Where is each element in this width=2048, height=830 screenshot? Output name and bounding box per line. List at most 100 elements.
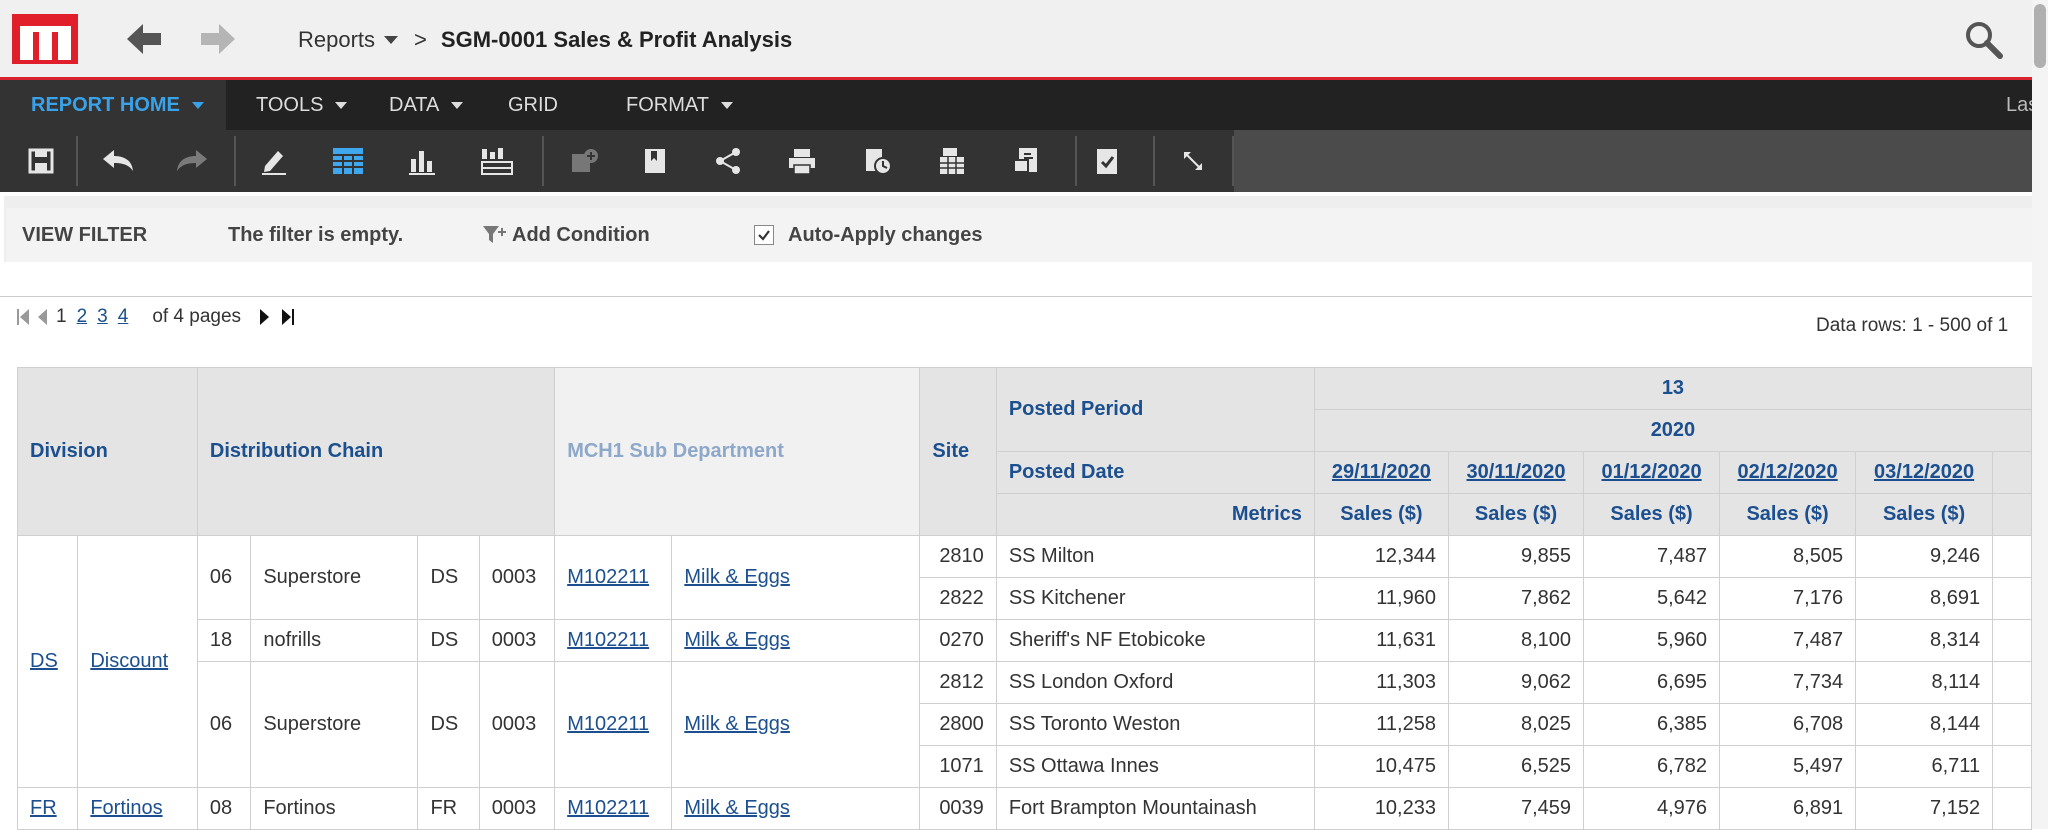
sales-value: 8,025 — [1447, 703, 1585, 746]
fullscreen-icon[interactable] — [1172, 140, 1214, 182]
header-date-1[interactable]: 29/11/2020 — [1313, 451, 1449, 494]
share-icon[interactable] — [707, 140, 749, 182]
auto-apply-label: Auto-Apply changes — [788, 223, 983, 246]
toolbar-separator — [1075, 136, 1077, 186]
header-date-3[interactable]: 01/12/2020 — [1583, 451, 1721, 494]
add-dataset-icon[interactable] — [564, 140, 606, 182]
add-condition-label: Add Condition — [512, 223, 650, 246]
sales-value-overflow — [1992, 703, 2032, 746]
header-year-value: 2020 — [1313, 409, 2032, 452]
page-4-link[interactable]: 4 — [118, 306, 129, 328]
page-scrollbar[interactable] — [2032, 0, 2048, 829]
site-name: SS Toronto Weston — [995, 703, 1315, 746]
filter-empty-text: The filter is empty. — [228, 223, 404, 246]
menu-report-home[interactable]: REPORT HOME — [0, 80, 226, 130]
auto-apply-checkbox[interactable]: Auto-Apply changes — [754, 224, 982, 247]
mch-dept-link[interactable]: Milk & Eggs — [671, 535, 921, 620]
grid-graph-icon[interactable] — [476, 140, 518, 182]
header-metric-sales[interactable]: Sales ($) — [1719, 493, 1857, 536]
checkmark-icon — [758, 230, 770, 241]
sales-value-overflow — [1992, 577, 2032, 620]
chevron-down-icon — [720, 101, 733, 109]
menu-report-home-label: REPORT HOME — [31, 93, 180, 116]
breadcrumb: Reports > SGM-0001 Sales & Profit Analys… — [298, 24, 792, 56]
sales-value: 5,497 — [1719, 745, 1857, 788]
graph-view-icon[interactable] — [401, 140, 443, 182]
header-date-4[interactable]: 02/12/2020 — [1719, 451, 1857, 494]
breadcrumb-reports[interactable]: Reports — [298, 27, 399, 53]
sales-value: 7,487 — [1719, 619, 1857, 662]
header-posted-period[interactable]: Posted Period — [995, 367, 1315, 452]
mch-dept-link[interactable]: Milk & Eggs — [671, 661, 921, 788]
app-logo[interactable] — [12, 14, 78, 64]
previous-page-icon[interactable] — [36, 306, 48, 328]
mch-code-link[interactable]: M102211 — [554, 619, 673, 662]
forward-icon[interactable] — [197, 18, 239, 60]
site-name: SS London Oxford — [995, 661, 1315, 704]
save-icon[interactable] — [20, 140, 62, 182]
bookmark-icon[interactable] — [634, 140, 676, 182]
schedule-icon[interactable] — [857, 140, 899, 182]
add-condition-button[interactable]: Add Condition — [482, 224, 650, 247]
sales-value: 6,711 — [1855, 745, 1994, 788]
page-scrollbar-thumb[interactable] — [2034, 4, 2046, 68]
header-metrics[interactable]: Metrics — [995, 493, 1315, 536]
sales-value-overflow — [1992, 661, 2032, 704]
first-page-icon[interactable] — [16, 306, 30, 328]
last-page-icon[interactable] — [281, 306, 295, 328]
header-metric-sales[interactable]: Sales ($) — [1313, 493, 1449, 536]
header-distribution-chain[interactable]: Distribution Chain — [196, 367, 556, 536]
mch-dept-link[interactable]: Milk & Eggs — [671, 619, 921, 662]
header-division[interactable]: Division — [17, 367, 198, 536]
sales-value: 7,862 — [1447, 577, 1585, 620]
breadcrumb-reports-label: Reports — [298, 27, 376, 52]
subscribe-icon[interactable] — [1086, 140, 1128, 182]
division-name-link[interactable]: Fortinos — [77, 787, 198, 830]
header-metric-sales[interactable]: Sales ($) — [1583, 493, 1721, 536]
menu-data[interactable]: DATA — [389, 80, 464, 130]
header-metric-sales[interactable]: Sales ($) — [1447, 493, 1585, 536]
view-filter-panel: VIEW FILTER The filter is empty. Add Con… — [4, 196, 2032, 288]
header-site[interactable]: Site — [919, 367, 997, 536]
sales-value: 11,303 — [1313, 661, 1449, 704]
toolbar-separator — [234, 136, 236, 186]
division-code-link[interactable]: DS — [17, 535, 79, 788]
checkbox[interactable] — [754, 225, 774, 245]
next-page-icon[interactable] — [259, 306, 271, 328]
header-posted-date[interactable]: Posted Date — [995, 451, 1315, 494]
division-name-link[interactable]: Discount — [77, 535, 198, 788]
toolbar-separator — [1232, 136, 1234, 186]
menu-grid[interactable]: GRID — [508, 80, 558, 130]
back-icon[interactable] — [123, 18, 165, 60]
grid-view-icon[interactable] — [327, 140, 369, 182]
header-period-value: 13 — [1313, 367, 2032, 410]
mch-dept-link[interactable]: Milk & Eggs — [671, 787, 921, 830]
page-2-link[interactable]: 2 — [77, 306, 88, 328]
sales-value-overflow — [1992, 787, 2032, 830]
edit-icon[interactable] — [253, 140, 295, 182]
header-metric-overflow — [1992, 493, 2032, 536]
header-date-5[interactable]: 03/12/2020 — [1855, 451, 1994, 494]
mch-code-link[interactable]: M102211 — [554, 661, 673, 788]
header-date-overflow — [1992, 451, 2032, 494]
search-icon[interactable] — [1962, 18, 2006, 62]
sales-value: 6,708 — [1719, 703, 1857, 746]
redo-icon[interactable] — [171, 140, 213, 182]
sales-value: 9,246 — [1855, 535, 1994, 578]
export-pdf-icon[interactable] — [1005, 140, 1047, 182]
export-icon[interactable] — [931, 140, 973, 182]
sales-value: 7,487 — [1583, 535, 1721, 578]
header-metric-sales[interactable]: Sales ($) — [1855, 493, 1994, 536]
print-icon[interactable] — [781, 140, 823, 182]
header-date-2[interactable]: 30/11/2020 — [1447, 451, 1585, 494]
table-row: FR Fortinos 08 Fortinos FR 0003 M102211 … — [17, 787, 2032, 830]
undo-icon[interactable] — [97, 140, 139, 182]
mch-code-link[interactable]: M102211 — [554, 535, 673, 620]
header-mch1-sub-department[interactable]: MCH1 Sub Department — [554, 367, 921, 536]
menu-tools[interactable]: TOOLS — [256, 80, 348, 130]
mch-code-link[interactable]: M102211 — [554, 787, 673, 830]
menu-format[interactable]: FORMAT — [626, 80, 733, 130]
sales-value: 8,114 — [1855, 661, 1994, 704]
page-3-link[interactable]: 3 — [97, 306, 108, 328]
division-code-link[interactable]: FR — [17, 787, 79, 830]
